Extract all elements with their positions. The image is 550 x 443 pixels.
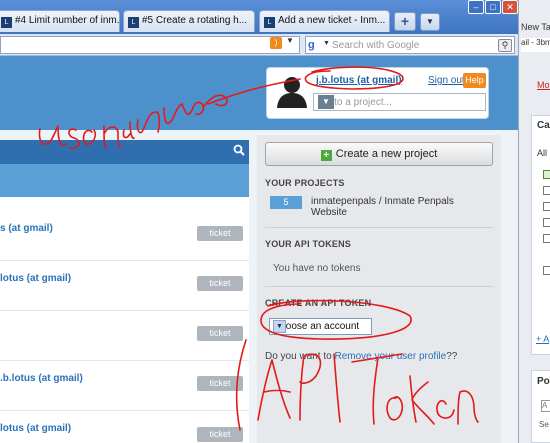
no-tokens-text: You have no tokens <box>273 263 361 274</box>
divider <box>265 227 493 228</box>
browser-tab-active[interactable]: L Add a new ticket - Inm... <box>259 10 390 32</box>
ticket-button[interactable]: ticket <box>197 226 243 241</box>
list-item: lotus (at gmail) ticket <box>0 261 249 311</box>
row-user-link[interactable]: s (at gmail) <box>0 223 53 234</box>
project-select[interactable]: Go to a project... ▼ <box>313 93 486 111</box>
chevron-down-icon[interactable]: ▼ <box>273 320 286 333</box>
help-button[interactable]: Help <box>463 73 486 88</box>
sign-out-link[interactable]: Sign out <box>428 75 465 86</box>
project-link[interactable]: inmatepenpals / Inmate Penpals Website <box>311 196 461 218</box>
tab-favicon-icon: L <box>1 17 12 28</box>
ticket-list-subheader <box>0 164 249 197</box>
google-icon[interactable]: g <box>308 39 322 51</box>
close-window-button[interactable]: ✕ <box>502 0 518 14</box>
checkbox[interactable] <box>543 266 550 275</box>
list-item: lotus (at gmail) ticket <box>0 411 249 443</box>
background-panel-title: Ca <box>537 120 550 131</box>
row-user-link[interactable]: lotus (at gmail) <box>0 273 71 284</box>
remove-profile-text: Do you want to Remove your user profile?… <box>265 351 458 362</box>
create-token-title: CREATE AN API TOKEN <box>265 298 372 308</box>
checkbox[interactable] <box>543 186 550 195</box>
url-field[interactable] <box>0 36 300 54</box>
background-window: New Ta ail - 3bm Mov Ca All + A Po A Se <box>518 0 550 443</box>
create-project-button[interactable]: + Create a new project <box>265 142 493 166</box>
list-item: ticket <box>0 311 249 361</box>
project-count-badge: 5 <box>270 196 302 209</box>
divider <box>265 286 493 287</box>
username-link[interactable]: j.b.lotus (at gmail) <box>316 75 402 86</box>
list-item: s (at gmail) ticket <box>0 211 249 261</box>
background-address-text: ail - 3bm <box>521 38 550 52</box>
checkbox[interactable] <box>543 234 550 243</box>
chevron-down-icon[interactable]: ▼ <box>318 95 334 109</box>
maximize-window-button[interactable]: □ <box>485 0 501 14</box>
row-user-link[interactable]: .b.lotus (at gmail) <box>0 373 83 384</box>
account-select[interactable]: Choose an account ▼ <box>269 318 372 335</box>
tab-list-dropdown-icon[interactable]: ▼ <box>420 13 440 31</box>
search-icon[interactable] <box>233 144 245 156</box>
search-engine-dropdown-icon[interactable]: ▼ <box>323 40 330 47</box>
rss-feed-icon[interactable]: ) <box>270 37 282 49</box>
avatar-icon <box>277 77 307 108</box>
remove-profile-link[interactable]: Remove your user profile <box>334 351 446 362</box>
row-user-link[interactable]: lotus (at gmail) <box>0 423 71 434</box>
background-field[interactable]: A <box>541 400 550 412</box>
background-add-link[interactable]: + A <box>536 334 549 344</box>
minimize-window-button[interactable]: – <box>468 0 484 14</box>
list-item: .b.lotus (at gmail) ticket <box>0 361 249 411</box>
ticket-button[interactable]: ticket <box>197 376 243 391</box>
checkbox[interactable] <box>543 202 550 211</box>
background-tab-label: New Ta <box>521 22 550 32</box>
checkbox[interactable] <box>543 170 550 179</box>
background-small-text: Se <box>539 420 549 429</box>
ticket-button[interactable]: ticket <box>197 427 243 442</box>
browser-tab[interactable]: ✕ L#5 Create a rotating h... <box>123 10 255 32</box>
url-dropdown-icon[interactable]: ▼ <box>286 36 294 45</box>
search-icon[interactable]: ⚲ <box>498 39 512 52</box>
ticket-list-header <box>0 140 249 164</box>
close-icon[interactable]: ✕ <box>124 11 132 15</box>
checkbox[interactable] <box>543 218 550 227</box>
tab-favicon-icon: L <box>128 17 139 28</box>
browser-tab[interactable]: L #4 Limit number of inm... <box>0 10 120 32</box>
background-all-label: All <box>537 148 548 158</box>
api-tokens-title: YOUR API TOKENS <box>265 239 352 249</box>
your-projects-title: YOUR PROJECTS <box>265 178 345 188</box>
search-input[interactable]: g ▼ Search with Google ⚲ <box>305 36 515 54</box>
background-link[interactable]: Mov <box>537 80 550 90</box>
new-tab-button[interactable]: + <box>394 12 416 31</box>
browser-tab-bar: L#4 Limit number of inm... ✕ L#5 Create … <box>0 0 518 34</box>
tab-favicon-icon: L <box>264 17 275 28</box>
ticket-button[interactable]: ticket <box>197 276 243 291</box>
ticket-button[interactable]: ticket <box>197 326 243 341</box>
background-panel-title: Po <box>537 376 550 387</box>
address-toolbar: ) ▼ g ▼ Search with Google ⚲ <box>0 34 518 56</box>
plus-icon: + <box>320 150 332 161</box>
